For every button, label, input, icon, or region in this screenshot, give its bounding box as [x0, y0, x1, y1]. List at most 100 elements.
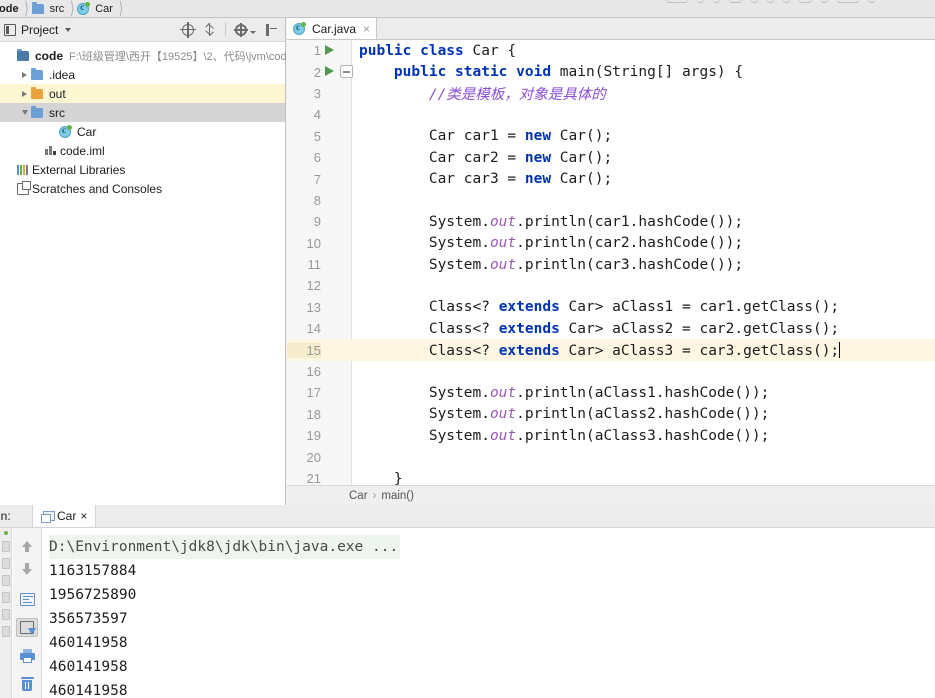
toolbar-icon[interactable]	[766, 0, 774, 3]
code-line-19[interactable]: 19 System.out.println(aClass3.hashCode()…	[287, 425, 935, 446]
side-strip-button[interactable]	[1, 626, 10, 637]
code-text: Class<? extends Car> aClass3 = car3.getC…	[359, 341, 841, 359]
tool-window-side-strip[interactable]	[0, 528, 12, 698]
tree-item-external-libraries[interactable]: External Libraries	[0, 160, 285, 179]
toolbar-icon[interactable]	[696, 0, 704, 3]
run-gutter-icon[interactable]	[325, 66, 334, 77]
toolbar-icon[interactable]	[665, 0, 688, 3]
expand-arrow-icon[interactable]	[18, 71, 31, 78]
project-tool-window: Project code F:\班级管理\西开【19525】\2、代码\jvm\c…	[0, 18, 293, 505]
code-line-8[interactable]: 8	[287, 190, 935, 211]
code-line-10[interactable]: 10 System.out.println(car2.hashCode());	[287, 233, 935, 254]
code-line-14[interactable]: 14 Class<? extends Car> aClass2 = car2.g…	[287, 318, 935, 339]
code-line-4[interactable]: 4	[287, 104, 935, 125]
code-lines[interactable]: 1 public class Car {2 public static void …	[287, 40, 935, 505]
breadcrumb-item-src[interactable]: src	[31, 0, 68, 17]
locate-icon[interactable]	[180, 21, 196, 38]
breadcrumb-item-car[interactable]: Car	[77, 0, 116, 17]
breadcrumb-separator-icon: ⟩	[70, 0, 75, 18]
code-editor[interactable]: 1 public class Car {2 public static void …	[287, 40, 935, 505]
navigation-bar: ode ⟩ src ⟩ Car ⟩	[0, 0, 935, 18]
tree-item-label: code	[35, 48, 64, 63]
breadcrumb-label: src	[49, 2, 65, 15]
soft-wrap-icon[interactable]	[16, 590, 38, 609]
code-line-12[interactable]: 12	[287, 275, 935, 296]
code-line-17[interactable]: 17 System.out.println(aClass1.hashCode()…	[287, 382, 935, 403]
code-line-7[interactable]: 7 Car car3 = new Car();	[287, 168, 935, 189]
console-output-line: 356573597	[49, 611, 128, 627]
chevron-down-icon[interactable]	[65, 27, 72, 32]
tree-item-code[interactable]: code F:\班级管理\西开【19525】\2、代码\jvm\code	[0, 46, 293, 65]
tree-item-out[interactable]: out	[0, 84, 285, 103]
editor-tab-label: Car.java	[312, 21, 357, 36]
console-output-line: 460141958	[49, 635, 128, 651]
settings-gear-icon[interactable]	[235, 22, 247, 37]
next-occurrence-icon[interactable]	[16, 562, 38, 581]
code-line-20[interactable]: 20	[287, 446, 935, 467]
code-line-2[interactable]: 2 public static void main(String[] args)…	[287, 61, 935, 82]
code-line-9[interactable]: 9 System.out.println(car1.hashCode());	[287, 211, 935, 232]
side-strip-button[interactable]	[1, 575, 10, 586]
chevron-down-icon[interactable]	[250, 31, 256, 34]
code-line-13[interactable]: 13 Class<? extends Car> aClass1 = car1.g…	[287, 297, 935, 318]
scroll-to-end-icon[interactable]	[16, 618, 38, 637]
side-strip-button[interactable]	[1, 592, 10, 603]
text-caret	[839, 341, 841, 358]
code-line-5[interactable]: 5 Car car1 = new Car();	[287, 126, 935, 147]
code-line-15[interactable]: 15 Class<? extends Car> aClass3 = car3.g…	[287, 339, 935, 361]
tree-item-car[interactable]: Car	[0, 122, 285, 141]
breadcrumb-class[interactable]: Car	[349, 490, 368, 502]
toolbar-icon[interactable]	[836, 0, 859, 3]
toolbar-icon[interactable]	[820, 0, 828, 3]
toolbar-icon[interactable]	[728, 0, 742, 3]
code-line-3[interactable]: 3 //类是模板，对象是具体的	[287, 83, 935, 104]
clear-all-icon[interactable]	[16, 674, 38, 693]
code-line-16[interactable]: 16	[287, 361, 935, 382]
breadcrumb-label: ode	[0, 2, 19, 15]
collapse-arrow-icon[interactable]	[18, 110, 31, 115]
print-icon[interactable]	[16, 646, 38, 665]
console-output[interactable]: D:\Environment\jdk8\jdk\bin\java.exe ...…	[43, 528, 935, 698]
code-line-18[interactable]: 18 System.out.println(aClass2.hashCode()…	[287, 404, 935, 425]
tree-item-src[interactable]: src	[0, 103, 285, 122]
line-number: 6	[313, 150, 321, 166]
code-text: Class<? extends Car> aClass2 = car2.getC…	[359, 320, 840, 337]
breadcrumb-method[interactable]: main()	[381, 490, 414, 502]
tree-item-idea[interactable]: .idea	[0, 65, 285, 84]
side-strip-button[interactable]	[1, 558, 10, 569]
status-dot-icon	[3, 531, 8, 535]
fold-collapse-icon[interactable]	[340, 65, 353, 79]
tree-item-code-iml[interactable]: code.iml	[0, 141, 285, 160]
run-tab-car[interactable]: Car ×	[32, 505, 97, 527]
breadcrumb-separator-icon: ⟩	[24, 0, 29, 18]
side-strip-button[interactable]	[1, 541, 10, 552]
toolbar-icon[interactable]	[798, 0, 812, 3]
breadcrumb-separator-icon: ⟩	[118, 0, 124, 18]
expand-arrow-icon[interactable]	[18, 90, 31, 97]
toolbar-divider	[225, 23, 226, 36]
line-number: 17	[306, 385, 321, 401]
run-gutter-icon[interactable]	[325, 45, 334, 55]
close-icon[interactable]: ×	[80, 509, 87, 523]
folder-icon	[31, 67, 43, 80]
close-icon[interactable]: ×	[363, 22, 370, 36]
code-line-1[interactable]: 1 public class Car {	[287, 40, 935, 61]
toolbar-icon[interactable]	[750, 0, 758, 3]
code-line-11[interactable]: 11 System.out.println(car3.hashCode());	[287, 254, 935, 275]
run-tab-label: Car	[57, 509, 77, 523]
toolbar-icon[interactable]	[712, 0, 720, 3]
line-number: 8	[313, 192, 321, 208]
collapse-all-icon[interactable]	[203, 23, 216, 36]
code-line-6[interactable]: 6 Car car2 = new Car();	[287, 147, 935, 168]
tree-item-scratches-and-consoles[interactable]: Scratches and Consoles	[0, 179, 285, 198]
breadcrumb-item-code[interactable]: ode	[0, 0, 22, 17]
editor-tab-car-java[interactable]: Car.java ×	[287, 18, 378, 39]
previous-occurrence-icon[interactable]	[16, 534, 38, 553]
side-strip-button[interactable]	[1, 609, 10, 620]
breadcrumb-label: Car	[95, 2, 113, 15]
toolbar-icon[interactable]	[782, 0, 790, 3]
line-number: 4	[313, 107, 321, 123]
toolbar-icon[interactable]	[867, 0, 875, 3]
console-toolbar	[13, 528, 42, 698]
hide-panel-icon[interactable]	[265, 23, 277, 36]
